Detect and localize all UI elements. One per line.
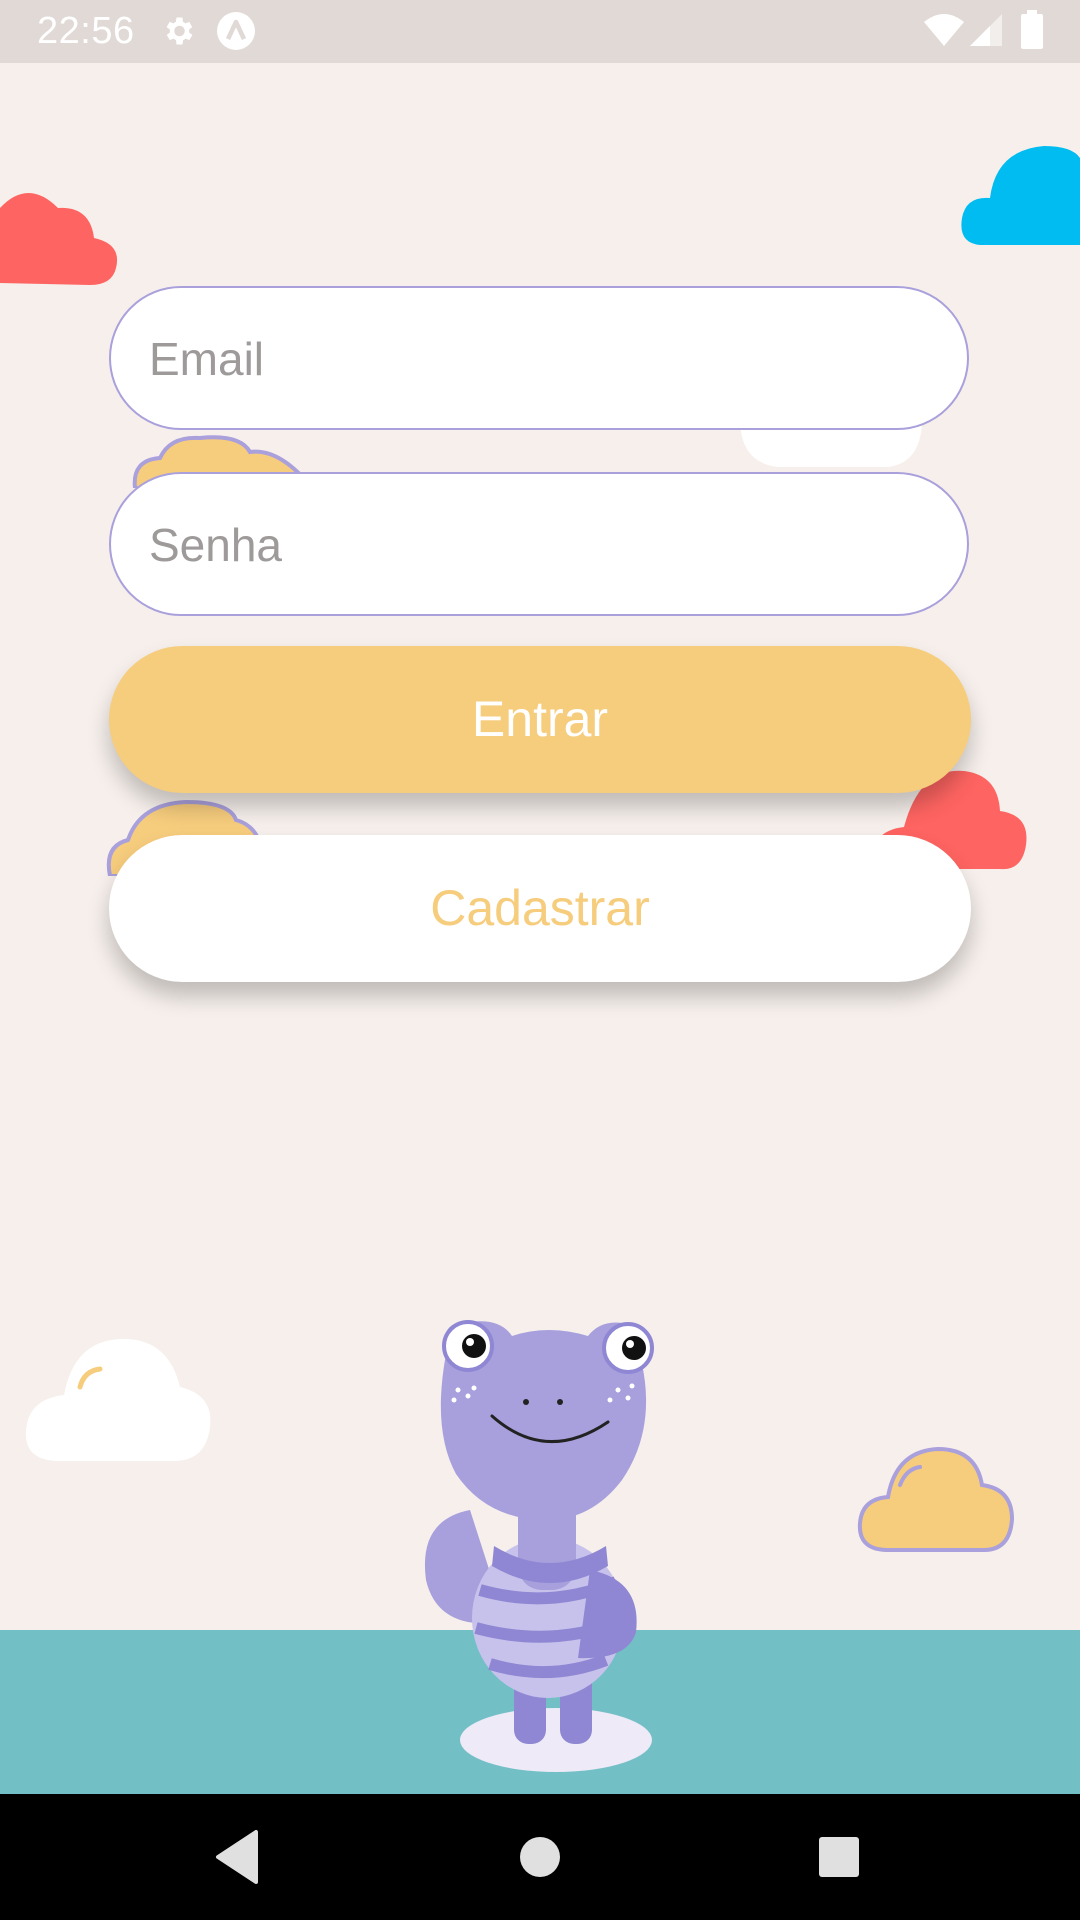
password-field[interactable]: [109, 472, 969, 616]
recents-icon[interactable]: [806, 1824, 872, 1890]
cloud-icon: [25, 1338, 211, 1461]
signal-icon: [970, 14, 1002, 46]
cloud-icon: [961, 146, 1080, 245]
wifi-icon: [924, 14, 964, 46]
password-input[interactable]: [147, 474, 931, 616]
email-input[interactable]: [147, 288, 931, 430]
gear-icon: [166, 17, 193, 45]
navigation-bar: [0, 1794, 1080, 1920]
register-button[interactable]: Cadastrar: [109, 835, 971, 982]
app-a-icon: [217, 12, 255, 50]
home-icon[interactable]: [507, 1824, 573, 1890]
back-icon[interactable]: [206, 1824, 272, 1890]
turtle-mascot-icon: [424, 1320, 654, 1772]
email-field[interactable]: [109, 286, 969, 430]
status-bar: 22:56: [0, 0, 1080, 63]
cloud-icon: [857, 1446, 1015, 1552]
battery-icon: [1021, 10, 1043, 49]
login-button[interactable]: Entrar: [109, 646, 971, 793]
status-time: 22:56: [37, 10, 135, 52]
cloud-icon: [740, 423, 922, 467]
cloud-icon: [0, 193, 118, 285]
